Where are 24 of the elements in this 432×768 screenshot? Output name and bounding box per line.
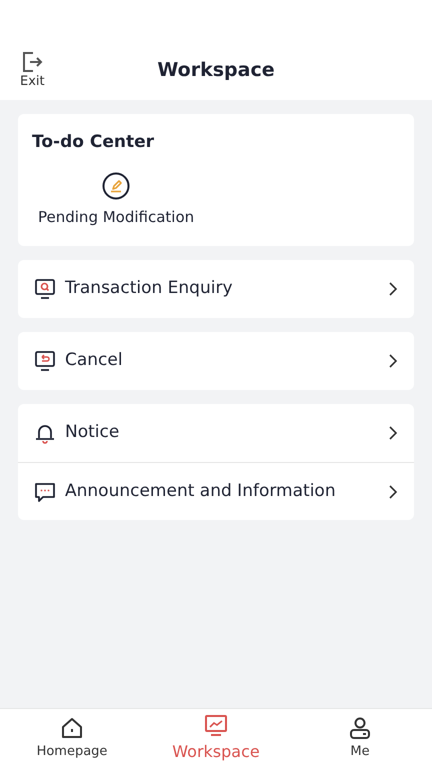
bell-icon — [34, 422, 56, 444]
person-icon — [348, 716, 372, 740]
chevron-right-icon — [388, 484, 398, 500]
menu-row[interactable]: Cancel — [18, 332, 414, 390]
chevron-right-icon — [388, 281, 398, 297]
monitor-search-icon — [34, 278, 56, 300]
card-title: To-do Center — [32, 131, 155, 154]
todo-item[interactable]: Pending Modification — [32, 172, 200, 228]
chevron-right-icon — [388, 425, 398, 441]
nav-tab[interactable]: Workspace — [144, 709, 288, 768]
pencil-circle-icon — [102, 172, 130, 200]
chevron-right-icon — [388, 353, 398, 369]
monitor-chart-icon — [204, 714, 228, 738]
nav-tab[interactable]: Homepage — [0, 709, 144, 768]
chat-bubble-icon — [34, 480, 56, 502]
page-title: Workspace — [157, 58, 275, 80]
menu-row[interactable]: Announcement and Information — [18, 462, 414, 520]
house-icon — [60, 716, 84, 740]
nav-tab[interactable]: Me — [288, 709, 432, 768]
monitor-return-icon — [34, 350, 56, 372]
menu-row[interactable]: Notice — [18, 404, 414, 462]
menu-row[interactable]: Transaction Enquiry — [18, 260, 414, 318]
exit-icon — [20, 50, 44, 74]
exit-button[interactable]: Exit — [20, 50, 45, 90]
